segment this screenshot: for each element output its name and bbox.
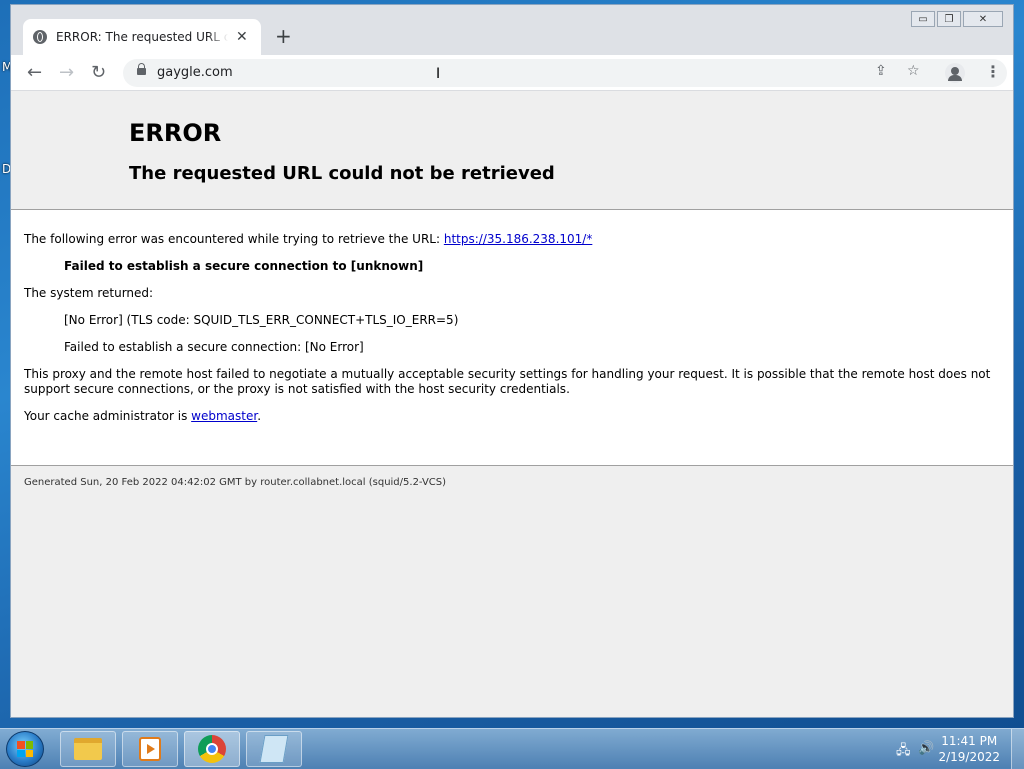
clock[interactable]: 11:41 PM 2/19/2022: [938, 733, 1000, 765]
page-subtitle: The requested URL could not be retrieved: [129, 163, 555, 184]
system-message: Failed to establish a secure connection:…: [64, 340, 364, 354]
folder-icon: [74, 738, 102, 760]
taskbar-notepad[interactable]: [246, 731, 302, 767]
admin-text: Your cache administrator is: [24, 409, 192, 423]
error-footer: Generated Sun, 20 Feb 2022 04:42:02 GMT …: [11, 465, 1013, 717]
start-button[interactable]: [6, 731, 44, 767]
windows-logo-icon: [17, 741, 33, 757]
page-content: ERROR The requested URL could not be ret…: [11, 91, 1013, 717]
chrome-icon: [198, 735, 226, 763]
maximize-button[interactable]: ❐: [937, 11, 961, 27]
tab-title: ERROR: The requested URL could not be re…: [56, 30, 228, 44]
error-header: ERROR The requested URL could not be ret…: [11, 91, 1013, 210]
back-arrow-icon[interactable]: ←: [27, 63, 42, 83]
browser-window: ▭ ❐ ✕ ERROR: The requested URL could not…: [10, 4, 1014, 718]
clock-time: 11:41 PM: [941, 734, 998, 748]
page-title: ERROR: [129, 119, 222, 147]
intro-text: The following error was encountered whil…: [24, 232, 444, 246]
share-icon[interactable]: ⇪: [875, 63, 887, 79]
close-window-button[interactable]: ✕: [963, 11, 1003, 27]
address-bar[interactable]: gaygle.com ⇪ ☆: [123, 59, 1007, 87]
browser-toolbar: ← → ↻ gaygle.com ⇪ ☆ ⋮: [11, 55, 1013, 91]
taskbar-media-player[interactable]: [122, 731, 178, 767]
taskbar-file-explorer[interactable]: [60, 731, 116, 767]
system-code: [No Error] (TLS code: SQUID_TLS_ERR_CONN…: [64, 313, 459, 327]
text-cursor-icon: I: [436, 66, 441, 82]
notepad-icon: [259, 735, 289, 763]
system-tray: 🖧 🔊 11:41 PM 2/19/2022: [884, 729, 1024, 769]
lock-icon[interactable]: [137, 63, 146, 75]
url-text[interactable]: gaygle.com: [157, 65, 233, 80]
reload-icon[interactable]: ↻: [91, 63, 106, 83]
volume-icon[interactable]: 🔊: [918, 741, 934, 756]
intro-paragraph: The following error was encountered whil…: [24, 232, 1000, 247]
admin-suffix: .: [257, 409, 262, 423]
more-menu-icon[interactable]: ⋮: [985, 62, 1001, 81]
explanation-paragraph: This proxy and the remote host failed to…: [24, 367, 991, 396]
webmaster-link[interactable]: webmaster: [191, 409, 257, 423]
system-returned-label: The system returned:: [24, 286, 154, 300]
media-player-icon: [139, 737, 161, 761]
profile-avatar-icon[interactable]: [945, 63, 965, 83]
globe-icon: [33, 30, 47, 44]
show-desktop-button[interactable]: [1011, 729, 1024, 769]
taskbar: 🖧 🔊 11:41 PM 2/19/2022: [0, 728, 1024, 769]
admin-paragraph: Your cache administrator is webmaster.: [24, 409, 1000, 424]
error-body: The following error was encountered whil…: [11, 210, 1013, 424]
minimize-button[interactable]: ▭: [911, 11, 935, 27]
close-tab-icon[interactable]: ✕: [236, 29, 248, 45]
bookmark-star-icon[interactable]: ☆: [907, 63, 920, 79]
new-tab-button[interactable]: +: [275, 25, 292, 47]
network-icon[interactable]: 🖧: [896, 741, 911, 763]
taskbar-google-chrome[interactable]: [184, 731, 240, 767]
clock-date: 2/19/2022: [938, 750, 1000, 764]
requested-url-link[interactable]: https://35.186.238.101/*: [444, 232, 592, 246]
error-detail: Failed to establish a secure connection …: [64, 259, 424, 273]
forward-arrow-icon[interactable]: →: [59, 63, 74, 83]
generated-info: Generated Sun, 20 Feb 2022 04:42:02 GMT …: [24, 477, 447, 488]
window-controls: ▭ ❐ ✕: [911, 11, 1003, 27]
tab-error-page[interactable]: ERROR: The requested URL could not be re…: [23, 19, 261, 55]
